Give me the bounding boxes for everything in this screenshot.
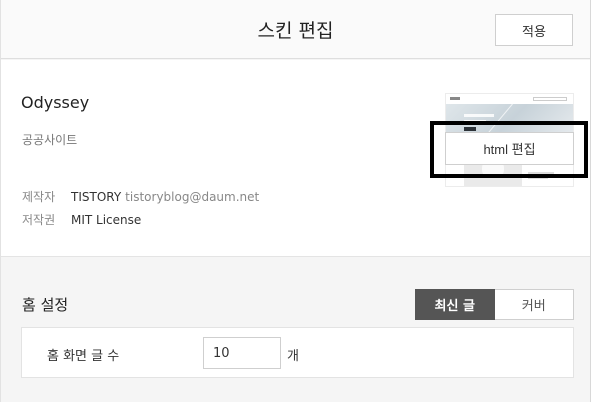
tab-cover[interactable]: 커버 <box>494 289 574 320</box>
skin-name: Odyssey <box>21 93 90 112</box>
html-edit-button[interactable]: html 편집 <box>445 132 574 165</box>
post-count-row: 홈 화면 글 수 개 <box>21 327 574 378</box>
license-row: 저작권 MIT License <box>22 211 141 228</box>
preview-search <box>533 97 567 101</box>
maker-name: TISTORY <box>71 190 122 204</box>
post-count-label: 홈 화면 글 수 <box>47 349 120 364</box>
tab-latest-posts[interactable]: 최신 글 <box>415 289 495 320</box>
apply-button[interactable]: 적용 <box>495 14 573 46</box>
preview-logo <box>450 97 460 100</box>
home-settings-title: 홈 설정 <box>22 296 69 314</box>
header-bar: 스킨 편집 적용 <box>1 0 590 59</box>
post-count-input[interactable] <box>203 337 281 369</box>
maker-label: 제작자 <box>22 190 56 204</box>
bottom-spacer <box>1 384 590 402</box>
post-count-unit: 개 <box>287 349 299 364</box>
preview-nav <box>446 94 573 104</box>
license-value: MIT License <box>71 213 142 227</box>
skin-subtitle: 공공사이트 <box>22 133 78 147</box>
skin-editor-panel: 스킨 편집 적용 Odyssey 공공사이트 제작자 TISTORY tistory… <box>0 0 591 402</box>
maker-row: 제작자 TISTORY tistoryblog@daum.net <box>22 188 259 205</box>
home-type-toggle: 최신 글 커버 <box>415 289 574 320</box>
preview-hero-text <box>464 114 494 117</box>
maker-email: tistoryblog@daum.net <box>125 190 260 204</box>
license-label: 저작권 <box>22 213 56 227</box>
